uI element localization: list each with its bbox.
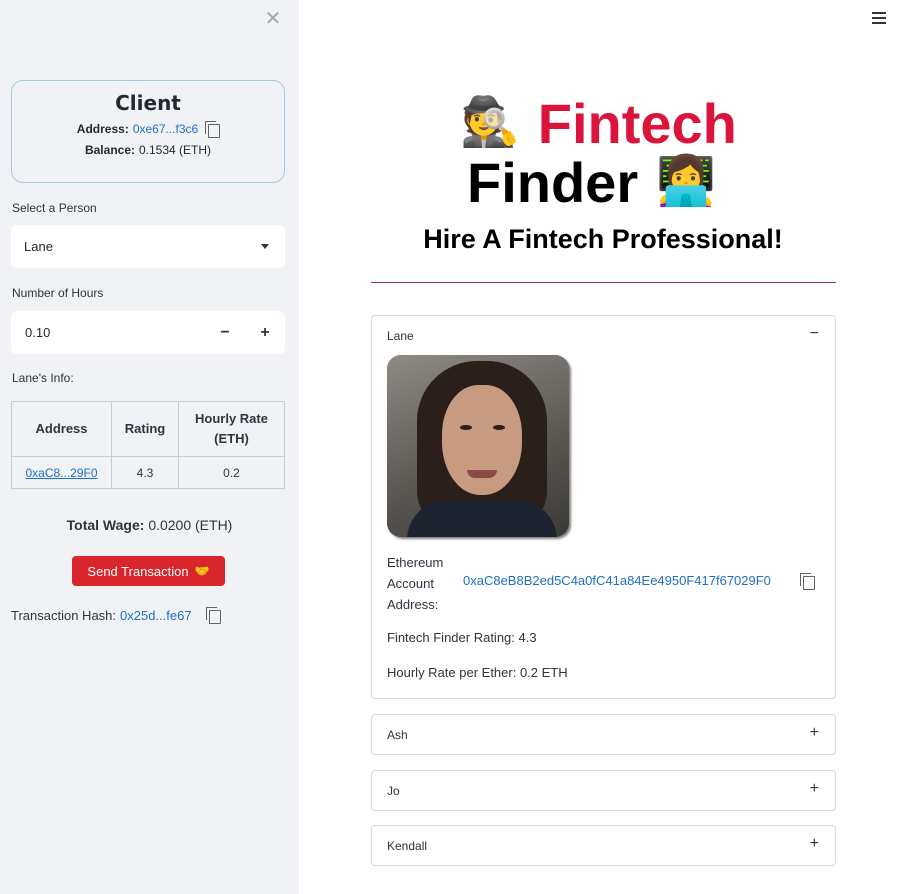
profile-photo	[387, 355, 569, 537]
header-address: Address	[11, 401, 112, 457]
client-balance-value: 0.1534 (ETH)	[139, 143, 212, 157]
total-wage: Total Wage: 0.0200 (ETH)	[0, 517, 299, 533]
info-title: Lane's Info:	[12, 371, 74, 385]
close-sidebar-icon[interactable]: ✕	[263, 8, 283, 30]
eth-label-line2: Account	[387, 576, 434, 591]
technologist-icon: 👩‍💻	[656, 155, 716, 208]
expander-header-lane[interactable]: Lane −	[372, 316, 835, 355]
tx-hash-label: Transaction Hash:	[11, 607, 117, 623]
total-wage-label: Total Wage:	[66, 517, 145, 533]
hourly-rate-text: Hourly Rate per Ether: 0.2 ETH	[387, 665, 568, 680]
detective-icon: 🕵️	[460, 96, 520, 149]
expand-icon[interactable]: +	[810, 780, 819, 798]
page-subtitle: Hire A Fintech Professional!	[423, 224, 783, 254]
decrement-button[interactable]: −	[205, 311, 245, 354]
client-card: Client Address: 0xe67...f3c6 Balance: 0.…	[11, 80, 285, 183]
client-address-line: Address: 0xe67...f3c6	[12, 121, 284, 138]
hamburger-menu-icon[interactable]	[872, 12, 888, 28]
expander-title: Ash	[387, 728, 408, 742]
eth-label-line1: Ethereum	[387, 555, 444, 570]
header-rating: Rating	[111, 401, 179, 457]
address-link[interactable]: 0xaC8...29F0	[25, 466, 97, 480]
client-title: Client	[115, 91, 181, 115]
sidebar: ✕ Client Address: 0xe67...f3c6 Balance: …	[0, 0, 299, 894]
transaction-hash: Transaction Hash: 0x25d...fe67	[11, 607, 221, 624]
expand-icon[interactable]: +	[810, 724, 819, 742]
collapse-icon[interactable]: −	[810, 325, 819, 343]
expander-lane: Lane − Ethereum Account Address: 0xaC8eB…	[371, 315, 836, 699]
copy-icon[interactable]	[205, 121, 221, 138]
hours-number-input[interactable]: 0.10 − +	[11, 311, 285, 354]
cell-address: 0xaC8...29F0	[11, 456, 112, 489]
select-person-dropdown[interactable]: Lane	[11, 225, 285, 268]
copy-icon[interactable]	[800, 573, 816, 591]
handshake-icon: 🤝	[194, 564, 210, 578]
client-address-value[interactable]: 0xe67...f3c6	[133, 122, 198, 136]
expand-icon[interactable]: +	[810, 835, 819, 853]
select-person-value: Lane	[24, 239, 53, 254]
send-transaction-button[interactable]: Send Transaction 🤝	[72, 556, 225, 586]
hero-fintech-word: Fintech	[537, 91, 737, 155]
eth-address-label: Ethereum Account Address:	[387, 552, 443, 615]
divider	[371, 282, 836, 283]
copy-icon[interactable]	[205, 607, 221, 624]
eth-address-value[interactable]: 0xaC8eB8B2ed5C4a0fC41a84Ee4950F417f67029…	[463, 573, 771, 588]
tx-hash-value[interactable]: 0x25d...fe67	[120, 608, 192, 623]
increment-button[interactable]: +	[245, 311, 285, 354]
cell-rate: 0.2	[178, 456, 285, 489]
expander-header-jo[interactable]: Jo +	[372, 771, 835, 810]
table-row: 0xaC8...29F0 4.3 0.2	[11, 456, 285, 489]
table-header-row: Address Rating Hourly Rate (ETH)	[11, 401, 285, 457]
expander-header-kendall[interactable]: Kendall +	[372, 826, 835, 865]
expander-kendall[interactable]: Kendall +	[371, 825, 836, 866]
expander-jo[interactable]: Jo +	[371, 770, 836, 811]
expander-title: Jo	[387, 784, 400, 798]
chevron-down-icon	[261, 244, 269, 249]
hero-finder-word: Finder	[467, 150, 639, 214]
expander-title: Kendall	[387, 839, 428, 853]
rating-text: Fintech Finder Rating: 4.3	[387, 630, 537, 645]
cell-rating: 4.3	[111, 456, 179, 489]
expander-ash[interactable]: Ash +	[371, 714, 836, 755]
expander-title: Lane	[387, 329, 414, 343]
client-address-label: Address:	[76, 122, 129, 136]
hours-value[interactable]: 0.10	[25, 325, 50, 340]
client-balance-label: Balance:	[84, 143, 135, 157]
expander-header-ash[interactable]: Ash +	[372, 715, 835, 754]
info-table: Address Rating Hourly Rate (ETH) 0xaC8..…	[11, 401, 285, 489]
hero-title-line2: Finder 👩‍💻	[467, 147, 716, 217]
hours-label: Number of Hours	[12, 286, 104, 300]
eth-label-line3: Address:	[387, 597, 439, 612]
total-wage-value: 0.0200 (ETH)	[148, 517, 233, 533]
select-person-label: Select a Person	[12, 201, 97, 215]
client-balance-line: Balance: 0.1534 (ETH)	[12, 143, 284, 157]
send-transaction-label: Send Transaction	[87, 563, 189, 579]
header-hourly-rate: Hourly Rate (ETH)	[178, 401, 285, 457]
